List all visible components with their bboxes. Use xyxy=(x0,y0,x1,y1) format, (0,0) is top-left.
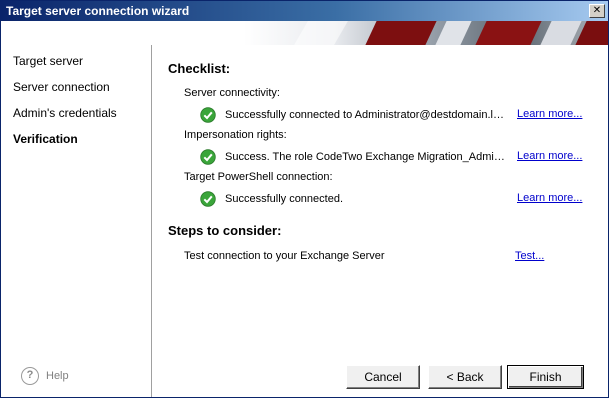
help-button[interactable]: ? Help xyxy=(21,367,69,385)
steps-heading: Steps to consider: xyxy=(168,223,282,238)
test-connection-link[interactable]: Test... xyxy=(515,250,544,262)
wizard-window: Target server connection wizard ✕ Target… xyxy=(0,0,609,398)
header-banner xyxy=(1,21,608,45)
powershell-connection-label: Target PowerShell connection: xyxy=(184,171,333,183)
sidebar-item-target-server[interactable]: Target server xyxy=(13,54,83,68)
server-connectivity-label: Server connectivity: xyxy=(184,87,280,99)
close-button[interactable]: ✕ xyxy=(589,4,605,18)
wizard-steps-sidebar: Target server Server connection Admin's … xyxy=(1,45,152,397)
finish-button[interactable]: Finish xyxy=(507,365,584,389)
impersonation-rights-label: Impersonation rights: xyxy=(184,129,287,141)
checkmark-icon xyxy=(200,107,216,123)
checkmark-icon xyxy=(200,149,216,165)
cancel-button[interactable]: Cancel xyxy=(346,365,420,389)
close-icon: ✕ xyxy=(592,5,602,16)
checklist-heading: Checklist: xyxy=(168,61,231,76)
sidebar-item-verification[interactable]: Verification xyxy=(13,132,78,146)
powershell-connection-text: Successfully connected. xyxy=(225,193,344,205)
back-button[interactable]: < Back xyxy=(428,365,502,389)
main-panel: Checklist: Server connectivity: Successf… xyxy=(152,45,608,397)
server-connectivity-learn-more-link[interactable]: Learn more... xyxy=(517,108,582,120)
sidebar-item-server-connection[interactable]: Server connection xyxy=(13,80,110,94)
impersonation-rights-learn-more-link[interactable]: Learn more... xyxy=(517,150,582,162)
checkmark-icon xyxy=(200,191,216,207)
help-label: Help xyxy=(46,370,69,382)
sidebar-item-admins-credentials[interactable]: Admin's credentials xyxy=(13,106,117,120)
title-bar: Target server connection wizard ✕ xyxy=(1,1,608,21)
help-icon: ? xyxy=(21,367,39,385)
test-connection-label: Test connection to your Exchange Server xyxy=(184,250,385,262)
powershell-connection-learn-more-link[interactable]: Learn more... xyxy=(517,192,582,204)
impersonation-rights-text: Success. The role CodeTwo Exchange Migra… xyxy=(225,151,507,163)
server-connectivity-text: Successfully connected to Administrator@… xyxy=(225,109,507,121)
window-title: Target server connection wizard xyxy=(6,4,190,18)
